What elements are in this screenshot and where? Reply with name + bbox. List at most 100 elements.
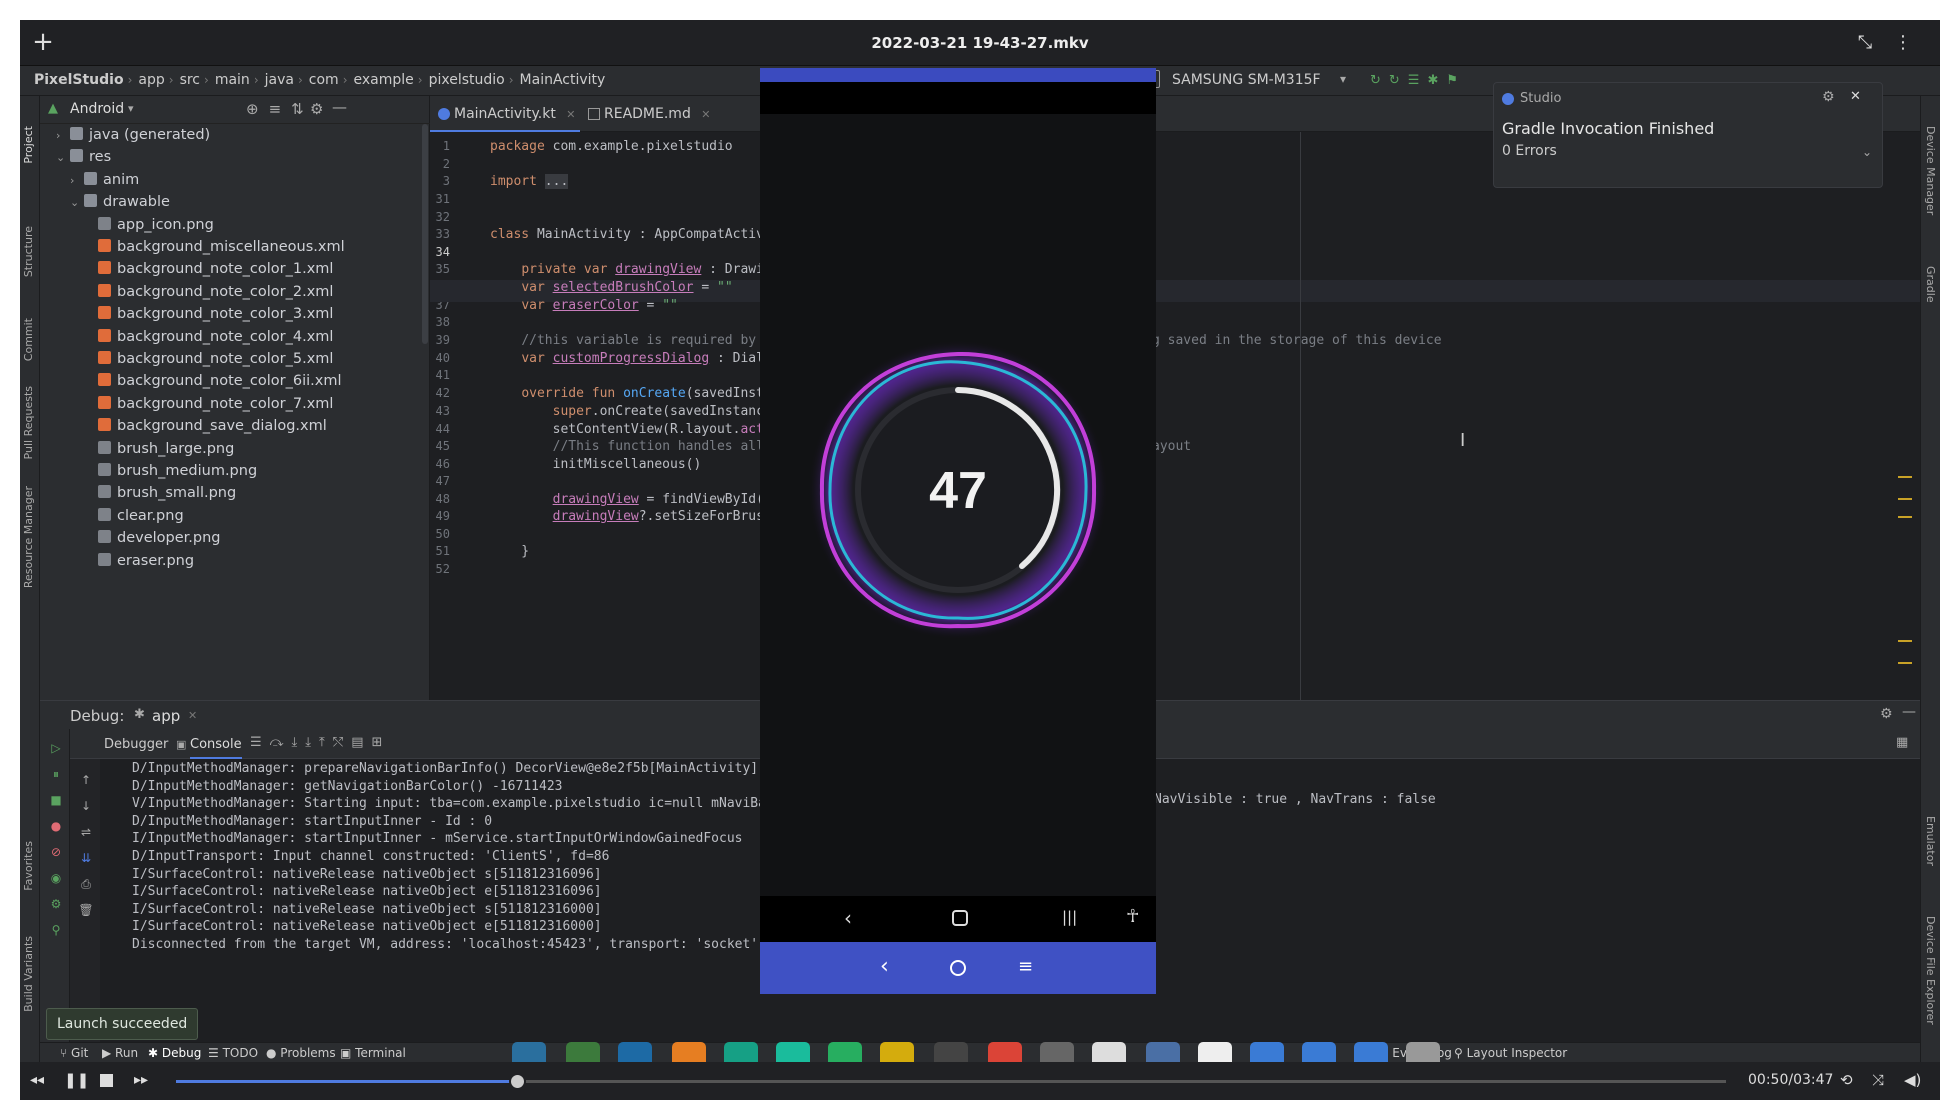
- breadcrumb-item[interactable]: com: [309, 72, 339, 88]
- tab-resource-manager[interactable]: Resource Manager: [22, 486, 35, 588]
- close-icon[interactable]: ✕: [701, 108, 710, 121]
- taskbar-app-icon[interactable]: [934, 1042, 968, 1062]
- tab-structure[interactable]: Structure: [22, 226, 35, 277]
- breadcrumb-item[interactable]: java: [265, 72, 294, 88]
- layout-icon[interactable]: ▦: [1896, 735, 1908, 750]
- close-icon[interactable]: ✕: [188, 709, 197, 722]
- error-stripe-marker[interactable]: [1898, 640, 1912, 642]
- minimize-icon[interactable]: —: [332, 98, 347, 116]
- tab-gradle[interactable]: Gradle: [1924, 266, 1937, 303]
- menu-icon[interactable]: ≡: [1018, 956, 1033, 977]
- back-icon[interactable]: ‹: [844, 906, 852, 930]
- breadcrumb-item[interactable]: MainActivity: [520, 72, 606, 88]
- shuffle-icon[interactable]: ⤨: [1872, 1071, 1884, 1089]
- tab-debugger[interactable]: Debugger: [104, 737, 168, 752]
- breadcrumb-item[interactable]: PixelStudio: [34, 72, 124, 88]
- error-stripe-marker[interactable]: [1898, 662, 1912, 664]
- taskbar-app-icon[interactable]: [1406, 1042, 1440, 1062]
- code-fragment: ayout: [1152, 439, 1192, 454]
- scrollbar[interactable]: [422, 124, 428, 344]
- breadcrumb-item[interactable]: main: [215, 72, 250, 88]
- breadcrumb-item[interactable]: example: [354, 72, 414, 88]
- recents-icon[interactable]: |||: [1062, 908, 1077, 926]
- breadcrumb-item[interactable]: pixelstudio: [429, 72, 505, 88]
- taskbar-app-icon[interactable]: [1302, 1042, 1336, 1062]
- step-action-icons[interactable]: ☰⤼⤓⤓⤒⤲▤⊞: [250, 735, 390, 750]
- layout-inspector-button[interactable]: ⚲ Layout Inspector: [1454, 1046, 1567, 1060]
- settings-icon[interactable]: ⚙: [1822, 89, 1835, 105]
- taskbar-app-icon[interactable]: [512, 1042, 546, 1062]
- tab-console[interactable]: Console: [190, 737, 242, 759]
- panel-action-icons[interactable]: ⊕≡⇅: [246, 100, 314, 118]
- taskbar-app-icon[interactable]: [1198, 1042, 1232, 1062]
- accessibility-icon[interactable]: ☥: [1126, 906, 1139, 927]
- chevron-down-icon[interactable]: ▾: [1340, 72, 1346, 86]
- xml-icon: [98, 283, 111, 297]
- minimize-icon[interactable]: —: [1902, 704, 1916, 720]
- back-icon[interactable]: ‹: [880, 954, 889, 979]
- tab-commit[interactable]: Commit: [22, 318, 35, 361]
- tab-terminal[interactable]: ▣ Terminal: [340, 1046, 406, 1060]
- error-stripe-marker[interactable]: [1898, 476, 1912, 478]
- tab-problems[interactable]: ● Problems: [266, 1046, 336, 1060]
- emulator-screen[interactable]: 47 ‹ ||| ☥ ‹ ≡: [760, 68, 1156, 994]
- tab-build-variants[interactable]: Build Variants: [22, 936, 35, 1012]
- code-area[interactable]: package com.example.pixelstudio import .…: [430, 132, 1920, 700]
- tab-favorites[interactable]: Favorites: [22, 841, 35, 891]
- menu-kebab-icon[interactable]: ⋮: [1890, 30, 1916, 56]
- taskbar-app-icon[interactable]: [1092, 1042, 1126, 1062]
- taskbar-app-icon[interactable]: [566, 1042, 600, 1062]
- debug-config-tab[interactable]: app: [152, 707, 180, 725]
- taskbar-app-icon[interactable]: [880, 1042, 914, 1062]
- tab-run[interactable]: ▶ Run: [102, 1046, 138, 1060]
- chevron-down-icon[interactable]: ▾: [128, 102, 134, 115]
- tab-readme[interactable]: README.md ✕: [580, 96, 730, 132]
- taskbar-app-icon[interactable]: [1146, 1042, 1180, 1062]
- chevron-down-icon[interactable]: ⌄: [1862, 145, 1872, 159]
- seek-handle[interactable]: [509, 1073, 526, 1090]
- taskbar-app-icon[interactable]: [1040, 1042, 1074, 1062]
- tab-pull-requests[interactable]: Pull Requests: [22, 386, 35, 459]
- breadcrumb-item[interactable]: src: [180, 72, 200, 88]
- taskbar-app-icon[interactable]: [988, 1042, 1022, 1062]
- tree-item[interactable]: eraser.png: [40, 550, 420, 578]
- error-stripe-marker[interactable]: [1898, 498, 1912, 500]
- project-view-selector[interactable]: Android: [70, 101, 124, 117]
- project-panel-header: ▲ Android ▾ ⊕≡⇅ ⚙ —: [40, 96, 430, 124]
- close-icon[interactable]: ✕: [566, 108, 575, 121]
- tab-emulator[interactable]: Emulator: [1924, 816, 1937, 866]
- gear-icon[interactable]: ⚙: [1880, 706, 1893, 722]
- breadcrumb-item[interactable]: app: [138, 72, 164, 88]
- close-icon[interactable]: ✕: [1850, 89, 1861, 104]
- tab-todo[interactable]: ☰ TODO: [208, 1046, 258, 1060]
- home-icon[interactable]: [952, 910, 968, 926]
- taskbar-app-icon[interactable]: [776, 1042, 810, 1062]
- rewind-icon[interactable]: ◂◂: [30, 1072, 44, 1088]
- volume-icon[interactable]: ◀): [1904, 1071, 1921, 1089]
- taskbar-app-icon[interactable]: [1250, 1042, 1284, 1062]
- run-toolbar-icons[interactable]: ↻↻☰✱⚑: [1370, 73, 1466, 88]
- taskbar-app-icon[interactable]: [724, 1042, 758, 1062]
- pause-icon[interactable]: ❚❚: [64, 1071, 89, 1089]
- fullscreen-exit-icon[interactable]: ⤡: [1852, 30, 1878, 56]
- error-stripe-marker[interactable]: [1898, 516, 1912, 518]
- gear-icon[interactable]: ⚙: [310, 100, 323, 118]
- tab-device-file-explorer[interactable]: Device File Explorer: [1924, 916, 1937, 1025]
- taskbar-app-icon[interactable]: [1354, 1042, 1388, 1062]
- tab-debug[interactable]: ✱ Debug: [148, 1046, 201, 1060]
- chevron-icon: ›: [56, 129, 61, 142]
- device-selector[interactable]: SAMSUNG SM-M315F: [1172, 72, 1321, 88]
- fast-forward-icon[interactable]: ▸▸: [134, 1072, 148, 1088]
- tab-mainactivity[interactable]: MainActivity.kt ✕: [430, 96, 580, 132]
- tab-device-manager[interactable]: Device Manager: [1924, 126, 1937, 215]
- tab-project[interactable]: Project: [22, 126, 35, 164]
- home-icon[interactable]: [950, 960, 966, 976]
- taskbar-app-icon[interactable]: [618, 1042, 652, 1062]
- stop-icon[interactable]: [100, 1074, 113, 1087]
- folder-icon: [70, 127, 83, 140]
- xml-icon: [98, 351, 111, 364]
- tab-git[interactable]: ⑂ Git: [60, 1046, 88, 1060]
- loop-icon[interactable]: ⟲: [1840, 1071, 1853, 1089]
- taskbar-app-icon[interactable]: [828, 1042, 862, 1062]
- taskbar-app-icon[interactable]: [672, 1042, 706, 1062]
